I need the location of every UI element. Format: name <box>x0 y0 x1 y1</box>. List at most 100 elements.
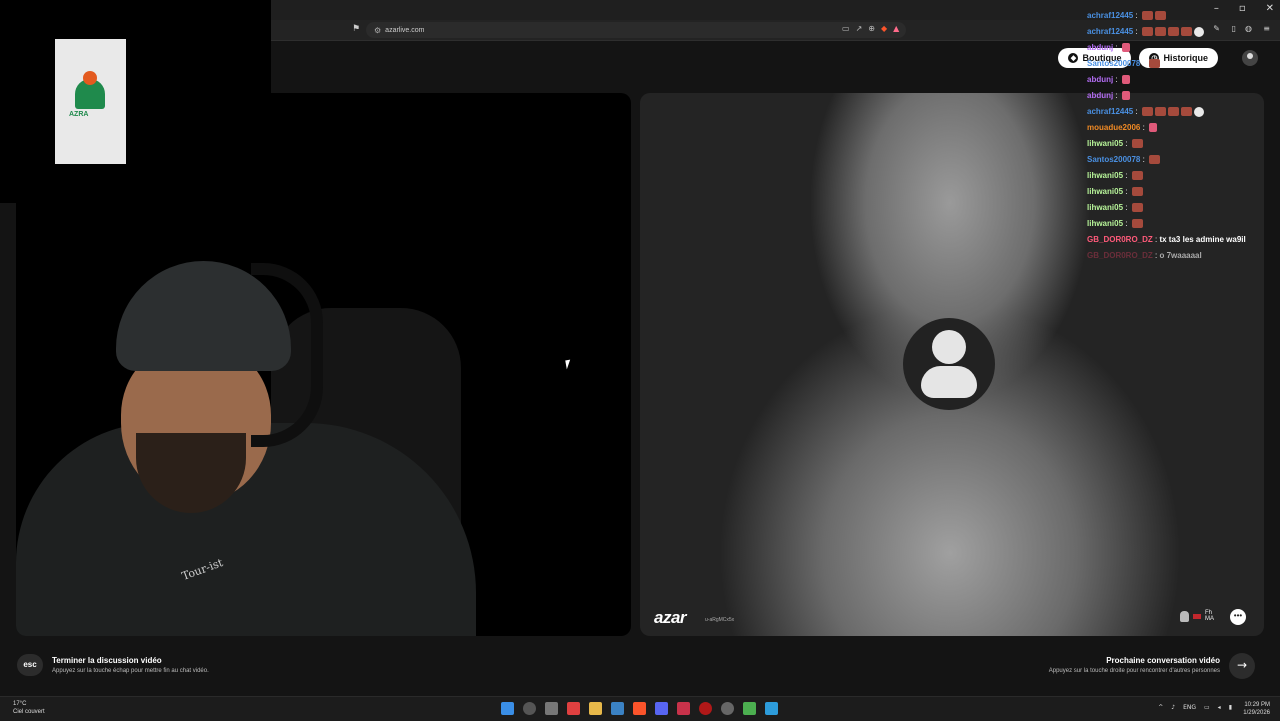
end-chat-title: Terminer la discussion vidéo <box>52 656 162 665</box>
emote-icon <box>1149 123 1158 133</box>
share-icon[interactable]: ↗ <box>856 24 863 33</box>
chat-username[interactable]: achraf12445 <box>1087 27 1133 36</box>
next-button[interactable]: → <box>1229 653 1255 679</box>
chat-message: Santos200078 : <box>1087 152 1280 168</box>
chat-message: achraf12445 : <box>1087 8 1280 24</box>
app-pink-icon[interactable] <box>677 702 690 715</box>
chat-separator: : <box>1133 11 1140 20</box>
store-icon[interactable] <box>611 702 624 715</box>
headphones <box>251 263 323 447</box>
temperature: 17°C <box>13 701 27 707</box>
stream-chat: achraf12445 : achraf12445 : abdunj : San… <box>1087 8 1280 264</box>
photos-icon[interactable] <box>765 702 778 715</box>
chat-username[interactable]: achraf12445 <box>1087 107 1133 116</box>
search-icon[interactable] <box>523 702 536 715</box>
mic-icon[interactable]: ♪ <box>1171 704 1175 711</box>
chat-text: o 7waaaaal <box>1159 251 1202 260</box>
chat-username[interactable]: abdunj <box>1087 75 1113 84</box>
network-icon[interactable]: ▭ <box>1204 704 1210 711</box>
chat-message: mouadue2006 : <box>1087 120 1280 136</box>
app-record-icon[interactable] <box>699 702 712 715</box>
emote-icon <box>1154 11 1166 21</box>
default-avatar-icon <box>903 318 995 410</box>
site-info-icon[interactable]: ⚙ <box>374 26 381 35</box>
task-view-icon[interactable] <box>545 702 558 715</box>
chat-message: lihwani05 : <box>1087 136 1280 152</box>
chat-separator: : <box>1140 59 1148 68</box>
chat-username[interactable]: abdunj <box>1087 43 1113 52</box>
chat-separator: : <box>1133 27 1140 36</box>
logo-text: AZRA <box>69 111 89 118</box>
chat-username[interactable]: lihwani05 <box>1087 203 1123 212</box>
app-gray-icon[interactable] <box>721 702 734 715</box>
chat-username[interactable]: lihwani05 <box>1087 139 1123 148</box>
chat-username[interactable]: lihwani05 <box>1087 219 1123 228</box>
emote-icon <box>1131 171 1143 181</box>
emote-icon <box>1193 106 1204 117</box>
chat-message: abdunj : <box>1087 88 1280 104</box>
shop-icon: ◆ <box>1068 53 1079 63</box>
esc-button[interactable]: esc <box>17 654 43 676</box>
next-chat-subtitle: Appuyez sur la touche droite pour rencon… <box>1048 668 1220 674</box>
chat-username[interactable]: Santos200078 <box>1087 59 1140 68</box>
bookmark-icon[interactable]: ⚑ <box>352 24 360 34</box>
chat-separator: : <box>1113 75 1120 84</box>
emote-icon <box>1131 187 1143 197</box>
chat-username[interactable]: Santos200078 <box>1087 155 1140 164</box>
chat-username[interactable]: abdunj <box>1087 91 1113 100</box>
windows-taskbar: 17°C Ciel couvert ^ ♪ ENG ▭ ◂ ▮ 10:29 PM… <box>0 696 1280 721</box>
brave-browser-icon[interactable] <box>633 702 646 715</box>
discord-icon[interactable] <box>655 702 668 715</box>
emote-icon <box>1141 107 1153 117</box>
chat-username[interactable]: GB_DOR0RO_DZ <box>1087 235 1153 244</box>
toolbar-actions: ▭ ↗ ⊕ ◆ ▲ <box>842 24 899 33</box>
chat-username[interactable]: achraf12445 <box>1087 11 1133 20</box>
chat-message: GB_DOR0RO_DZ : o 7waaaaal <box>1087 248 1280 264</box>
language-indicator[interactable]: ENG <box>1183 704 1196 711</box>
stream-overlay: AZRA <box>0 0 271 203</box>
emote-icon <box>1121 43 1130 53</box>
file-explorer-icon[interactable] <box>589 702 602 715</box>
start-icon[interactable] <box>501 702 514 715</box>
flag-icon <box>1193 613 1201 619</box>
chat-separator: : <box>1123 171 1130 180</box>
app-red-icon[interactable] <box>567 702 580 715</box>
chat-message: achraf12445 : <box>1087 24 1280 40</box>
zoom-icon[interactable]: ⊕ <box>868 24 875 33</box>
pip-icon[interactable]: ▭ <box>842 24 850 33</box>
emote-icon <box>1121 75 1130 85</box>
volume-icon[interactable]: ◂ <box>1218 704 1221 711</box>
chat-message: Santos200078 : <box>1087 56 1280 72</box>
emote-icon <box>1131 203 1143 213</box>
system-tray: ^ ♪ ENG ▭ ◂ ▮ <box>1158 704 1232 711</box>
chat-message: lihwani05 : <box>1087 200 1280 216</box>
brave-shield-icon[interactable]: ◆ <box>881 24 887 33</box>
brave-rewards-icon[interactable]: ▲ <box>893 24 899 33</box>
chat-username[interactable]: GB_DOR0RO_DZ <box>1087 251 1153 260</box>
country-indicator[interactable]: Fh MA <box>1180 610 1214 622</box>
emote-icon <box>1167 107 1179 117</box>
battery-icon[interactable]: ▮ <box>1229 704 1232 711</box>
url-text[interactable]: azarlive.com <box>385 27 424 34</box>
emote-icon <box>1131 219 1143 229</box>
weather-widget[interactable]: 17°C Ciel couvert <box>13 700 45 716</box>
emote-icon <box>1149 59 1161 69</box>
chat-message: lihwani05 : <box>1087 184 1280 200</box>
chat-separator: : <box>1140 123 1148 132</box>
chat-message: lihwani05 : <box>1087 168 1280 184</box>
tray-chevron-icon[interactable]: ^ <box>1158 704 1163 711</box>
chat-username[interactable]: mouadue2006 <box>1087 123 1140 132</box>
play-icon[interactable] <box>743 702 756 715</box>
emote-icon <box>1154 107 1166 117</box>
chat-separator: : <box>1123 187 1130 196</box>
weather-text: Ciel couvert <box>13 709 45 715</box>
chat-bubble-button[interactable]: ••• <box>1230 609 1246 625</box>
chat-username[interactable]: lihwani05 <box>1087 171 1123 180</box>
address-bar[interactable]: ⚙ azarlive.com <box>366 22 906 38</box>
chat-message: GB_DOR0RO_DZ : tx ta3 les admine wa9il <box>1087 232 1280 248</box>
chat-username[interactable]: lihwani05 <box>1087 187 1123 196</box>
clock[interactable]: 10:29 PM 1/29/2026 <box>1243 701 1270 717</box>
emote-icon <box>1154 27 1166 37</box>
time: 10:29 PM <box>1244 702 1270 708</box>
user-id: u-aRgMCx5x <box>705 617 735 623</box>
